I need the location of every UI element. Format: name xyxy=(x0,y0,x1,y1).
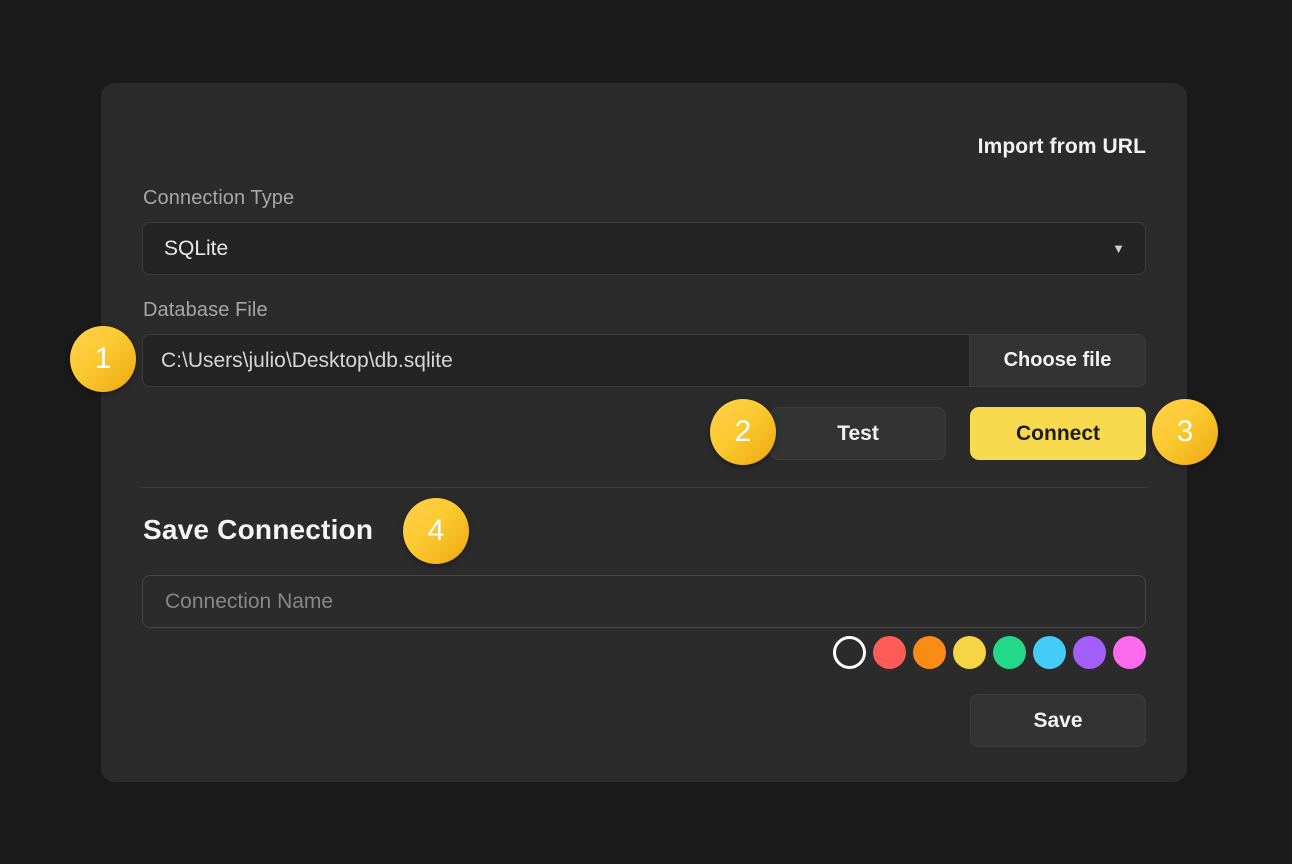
chevron-down-icon: ▼ xyxy=(1112,241,1125,256)
connection-name-input[interactable] xyxy=(142,575,1146,628)
color-swatch-red[interactable] xyxy=(873,636,906,669)
color-swatch-none[interactable] xyxy=(833,636,866,669)
database-file-label: Database File xyxy=(143,299,268,321)
test-button[interactable]: Test xyxy=(770,407,946,460)
step-badge-2: 2 xyxy=(710,399,776,465)
section-divider xyxy=(142,487,1146,488)
import-from-url-link[interactable]: Import from URL xyxy=(978,135,1146,159)
connection-panel-content: Import from URL Connection Type SQLite ▼… xyxy=(142,83,1146,782)
step-badge-4: 4 xyxy=(403,498,469,564)
step-badge-1: 1 xyxy=(70,326,136,392)
save-connection-heading: Save Connection xyxy=(143,514,374,545)
color-swatch-pink[interactable] xyxy=(1113,636,1146,669)
connect-button[interactable]: Connect xyxy=(970,407,1146,460)
color-swatch-orange[interactable] xyxy=(913,636,946,669)
connection-type-value: SQLite xyxy=(164,237,229,260)
connection-type-select[interactable]: SQLite ▼ xyxy=(142,222,1146,275)
color-swatch-list xyxy=(833,636,1146,669)
choose-file-button[interactable]: Choose file xyxy=(969,335,1145,386)
color-swatch-blue[interactable] xyxy=(1033,636,1066,669)
connection-type-label: Connection Type xyxy=(143,187,295,209)
connection-panel: Import from URL Connection Type SQLite ▼… xyxy=(101,83,1187,782)
database-file-row: Choose file xyxy=(142,334,1146,387)
color-swatch-green[interactable] xyxy=(993,636,1026,669)
database-file-input[interactable] xyxy=(143,335,969,386)
color-swatch-yellow[interactable] xyxy=(953,636,986,669)
color-swatch-purple[interactable] xyxy=(1073,636,1106,669)
step-badge-3: 3 xyxy=(1152,399,1218,465)
connection-action-buttons: Test Connect xyxy=(770,407,1146,460)
save-button[interactable]: Save xyxy=(970,694,1146,747)
